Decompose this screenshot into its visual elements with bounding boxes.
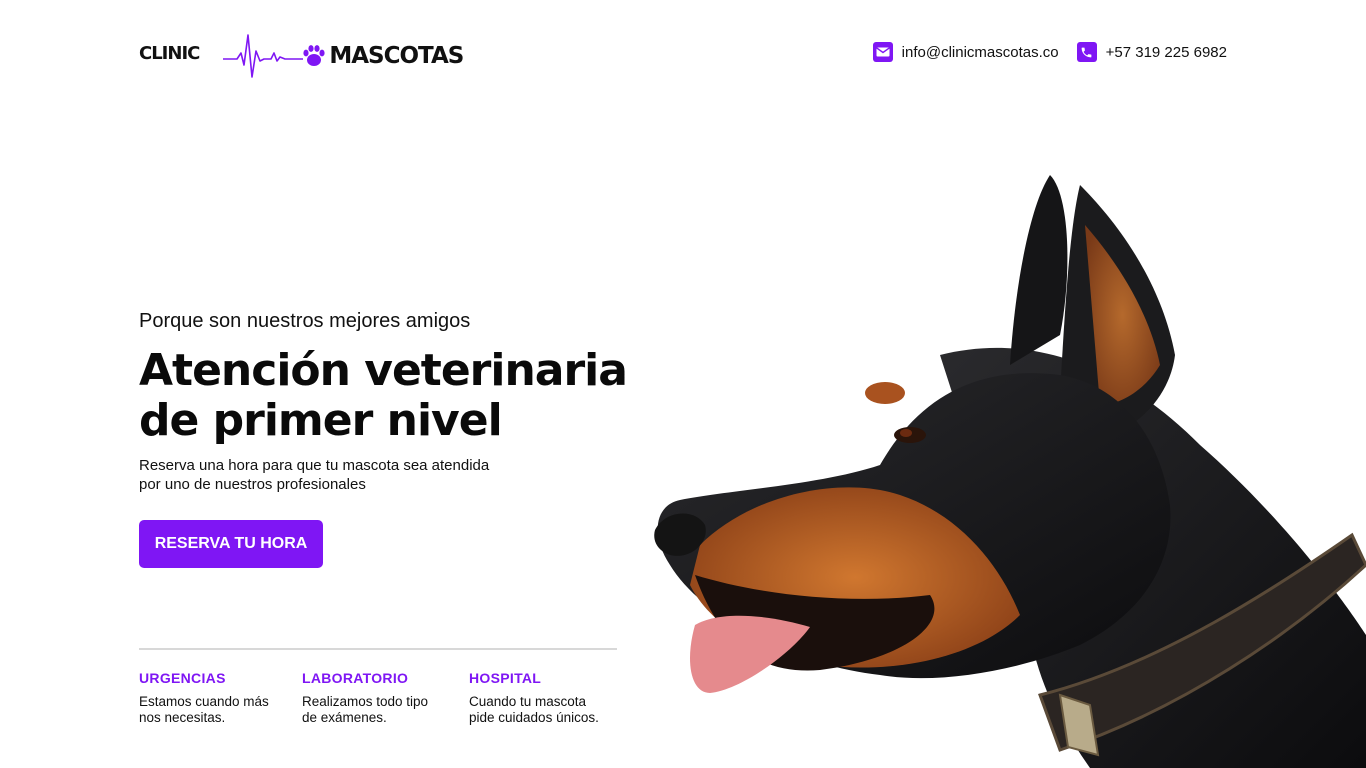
hero-headline: Atención veterinaria de primer nivel (139, 346, 659, 446)
feature-title: HOSPITAL (469, 670, 542, 686)
reserve-appointment-button[interactable]: RESERVA TU HORA (139, 520, 323, 568)
feature-hospital: HOSPITAL Cuando tu mascota pide cuidados… (469, 670, 629, 726)
feature-title: URGENCIAS (139, 670, 226, 686)
feature-desc-line: Realizamos todo tipo (302, 694, 429, 709)
feature-laboratorio: LABORATORIO Realizamos todo tipo de exám… (302, 670, 462, 726)
feature-desc-line: Estamos cuando más (139, 694, 269, 709)
doberman-dog-image (654, 175, 1366, 768)
feature-description: Estamos cuando más nos necesitas. (139, 694, 299, 726)
feature-description: Realizamos todo tipo de exámenes. (302, 694, 462, 726)
headline-line-2: de primer nivel (139, 395, 503, 446)
hero-subtitle: Reserva una hora para que tu mascota sea… (139, 456, 569, 494)
hero-tagline: Porque son nuestros mejores amigos (139, 310, 471, 332)
feature-urgencias: URGENCIAS Estamos cuando más nos necesit… (139, 670, 299, 726)
email-contact[interactable]: info@clinicmascotas.co (872, 42, 1059, 62)
clinic-mascotas-logo[interactable]: CLINIC MASCOTAS (139, 30, 464, 82)
header-contacts: info@clinicmascotas.co +57 319 225 6982 (872, 42, 1227, 62)
feature-title: LABORATORIO (302, 670, 409, 686)
feature-desc-line: pide cuidados únicos. (469, 710, 599, 725)
phone-text[interactable]: +57 319 225 6982 (1106, 44, 1227, 61)
feature-desc-line: nos necesitas. (139, 710, 226, 725)
heartbeat-line-icon (223, 34, 304, 78)
headline-line-1: Atención veterinaria (139, 345, 628, 396)
phone-icon (1076, 42, 1097, 62)
logo-mascotas-text: MASCOTAS (329, 43, 464, 69)
section-divider (139, 648, 617, 650)
logo-clinic-text: CLINIC (139, 42, 200, 64)
envelope-icon (872, 42, 893, 62)
subtitle-line-1: Reserva una hora para que tu mascota sea… (139, 457, 490, 474)
feature-desc-line: de exámenes. (302, 710, 387, 725)
feature-description: Cuando tu mascota pide cuidados únicos. (469, 694, 629, 726)
subtitle-line-2: por uno de nuestros profesionales (139, 476, 366, 493)
email-text[interactable]: info@clinicmascotas.co (902, 44, 1059, 61)
paw-icon (303, 45, 325, 66)
feature-desc-line: Cuando tu mascota (469, 694, 587, 709)
phone-contact[interactable]: +57 319 225 6982 (1076, 42, 1227, 62)
